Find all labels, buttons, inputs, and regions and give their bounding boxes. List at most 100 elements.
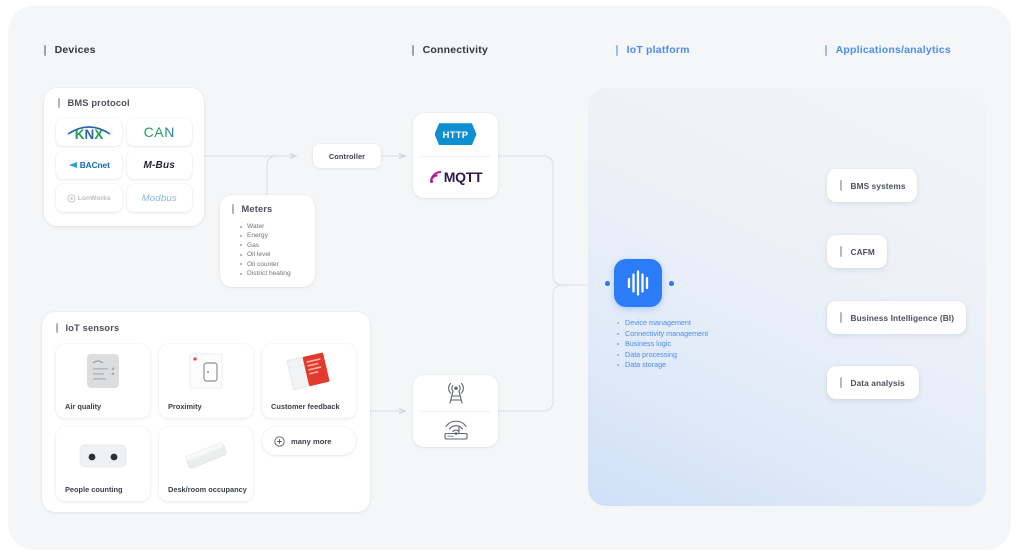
can-logo-label: CAN	[143, 124, 175, 140]
customer-feedback-icon	[286, 352, 330, 390]
app-box-data-analysis[interactable]: Data analysis	[827, 366, 919, 399]
http-protocol-cell[interactable]: HTTP	[413, 113, 498, 156]
iot-sensors-title: IoT sensors	[56, 323, 119, 333]
list-item: Device management	[617, 318, 708, 329]
app-box-cafm[interactable]: CAFM	[827, 235, 887, 268]
list-item: Energy	[240, 231, 291, 240]
sensor-card-customer-feedback[interactable]: Customer feedback	[262, 344, 356, 418]
many-more-label: many more	[291, 436, 332, 446]
app-label: CAFM	[850, 246, 875, 257]
list-item: District heating	[240, 269, 291, 278]
app-accent-bar	[840, 246, 842, 257]
header-accent-bar	[616, 44, 618, 56]
cell-tower-cell[interactable]	[413, 375, 498, 411]
column-header-iot-platform: IoT platform	[616, 44, 690, 56]
protocol-card-lonworks[interactable]: LonWorks	[56, 184, 122, 212]
app-label: Data analysis	[850, 377, 905, 388]
protocol-card-mbus[interactable]: M-Bus	[126, 151, 192, 179]
list-item: Oil counter	[240, 260, 291, 269]
platform-output-connector	[668, 280, 675, 287]
protocol-grid: KNX CAN BACnet M-Bus LonWorks Modbus	[56, 118, 192, 212]
bacnet-logo-label: BACnet	[79, 160, 110, 170]
iot-sensors-title-label: IoT sensors	[65, 323, 120, 333]
controller-label: Controller	[328, 151, 366, 161]
list-item: Gas	[240, 241, 291, 250]
protocol-card-can[interactable]: CAN	[126, 118, 192, 146]
list-item: Connectivity management	[617, 329, 708, 340]
sensor-label: Customer feedback	[271, 402, 340, 411]
meters-title-label: Meters	[241, 204, 273, 214]
sensor-label: Proximity	[168, 402, 202, 411]
wifi-router-icon	[443, 420, 468, 440]
connectivity-radio-box	[413, 375, 498, 447]
meters-card: Meters Water Energy Gas Oil level Oil co…	[220, 195, 315, 287]
column-header-label: Applications/analytics	[835, 44, 951, 56]
header-accent-bar	[412, 44, 414, 56]
people-counting-sensor-icon	[79, 444, 127, 468]
mbus-logo-label: M-Bus	[143, 159, 176, 171]
column-header-connectivity: Connectivity	[412, 44, 488, 56]
list-item: Water	[240, 222, 291, 231]
desk-occupancy-sensor-icon	[185, 442, 227, 469]
title-accent-bar	[232, 204, 234, 214]
mqtt-protocol-cell[interactable]: MQTT	[413, 156, 498, 199]
protocol-card-modbus[interactable]: Modbus	[126, 184, 192, 212]
many-more-button[interactable]: many more	[262, 427, 356, 455]
iot-platform-icon[interactable]	[614, 259, 662, 307]
air-quality-sensor-icon	[87, 354, 119, 388]
app-box-business-intelligence[interactable]: Business Intelligence (BI)	[827, 301, 966, 334]
controller-node[interactable]: Controller	[313, 144, 381, 168]
sensor-card-people-counting[interactable]: People counting	[56, 427, 150, 501]
iot-sensors-group: IoT sensors Air quality Proximity Custom…	[42, 312, 370, 512]
app-box-bms-systems[interactable]: BMS systems	[827, 169, 917, 202]
column-header-applications: Applications/analytics	[825, 44, 951, 56]
svg-text:KNX: KNX	[74, 127, 103, 142]
bms-protocol-title-label: BMS protocol	[67, 98, 130, 108]
title-accent-bar	[56, 323, 58, 333]
app-label: Business Intelligence (BI)	[850, 312, 955, 323]
column-header-label: Devices	[54, 44, 96, 56]
plus-circle-icon	[274, 435, 285, 447]
cell-tower-icon	[447, 382, 464, 404]
wifi-router-cell[interactable]	[413, 411, 498, 447]
sensor-grid: Air quality Proximity Customer feedback …	[56, 344, 356, 501]
sensor-label: Desk/room occupancy	[168, 485, 247, 494]
mqtt-signal-icon	[429, 170, 441, 183]
lonworks-mark-icon	[67, 193, 76, 203]
lonworks-logo-label: LonWorks	[77, 194, 111, 202]
column-header-devices: Devices	[44, 44, 96, 56]
sensor-card-proximity[interactable]: Proximity	[159, 344, 253, 418]
http-label: HTTP	[442, 128, 469, 140]
list-item: Data processing	[617, 350, 708, 361]
sensor-label: Air quality	[65, 402, 102, 411]
list-item: Data storage	[617, 360, 708, 371]
waveform-icon	[627, 270, 649, 296]
connectivity-protocol-box: HTTP MQTT	[413, 113, 498, 198]
app-accent-bar	[840, 377, 842, 388]
title-accent-bar	[58, 98, 60, 108]
app-accent-bar	[840, 180, 842, 191]
protocol-card-bacnet[interactable]: BACnet	[56, 151, 122, 179]
sensor-label: People counting	[65, 485, 123, 494]
proximity-sensor-icon	[189, 353, 223, 389]
app-label: BMS systems	[850, 180, 906, 191]
meters-list: Water Energy Gas Oil level Oil counter D…	[240, 222, 291, 278]
modbus-logo-label: Modbus	[141, 192, 177, 204]
sensor-card-air-quality[interactable]: Air quality	[56, 344, 150, 418]
list-item: Oil level	[240, 250, 291, 259]
sensor-card-desk-occupancy[interactable]: Desk/room occupancy	[159, 427, 253, 501]
header-accent-bar	[44, 44, 46, 56]
http-logo-badge: HTTP	[434, 123, 477, 146]
header-accent-bar	[825, 44, 827, 56]
column-header-label: IoT platform	[626, 44, 690, 56]
app-accent-bar	[840, 312, 842, 323]
knx-logo-icon: KNX	[67, 126, 111, 142]
list-item: Business logic	[617, 339, 708, 350]
mqtt-label: MQTT	[443, 168, 483, 185]
diagram-page: Devices Connectivity IoT platform Applic…	[0, 0, 1019, 556]
platform-input-connector	[604, 280, 611, 287]
bacnet-mark-icon	[68, 162, 77, 168]
platform-capabilities-list: Device management Connectivity managemen…	[617, 318, 708, 371]
bms-protocol-group: BMS protocol KNX CAN BACnet M-Bus LonWor…	[44, 88, 204, 226]
protocol-card-knx[interactable]: KNX	[56, 118, 122, 146]
